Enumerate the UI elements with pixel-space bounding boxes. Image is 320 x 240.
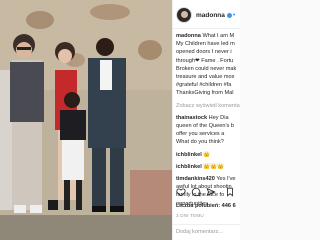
avatar[interactable]: [176, 7, 192, 23]
caption-line: My Children have led m: [176, 41, 235, 48]
post-side-panel: madonna • madonna What I am M My Childre…: [172, 0, 240, 240]
comment-username[interactable]: timdankins420: [176, 176, 215, 182]
caption-line: #grateful #children #fa: [176, 82, 232, 89]
caption: madonna What I am M: [176, 32, 240, 40]
heart-icon[interactable]: [176, 187, 186, 197]
post-header: madonna •: [176, 4, 240, 26]
comment-line: 👑: [203, 151, 211, 158]
comment-line: Hey Dia: [208, 114, 229, 121]
likes-count[interactable]: Liczba polubień: 446 6: [176, 203, 236, 209]
verified-badge-icon: [226, 12, 232, 18]
comment-line: 👑👑👑: [203, 163, 225, 170]
header-username[interactable]: madonna: [196, 12, 225, 19]
divider: [173, 28, 240, 29]
bookmark-icon[interactable]: [225, 187, 235, 197]
caption-line: opened doors I never i: [176, 49, 232, 56]
post-date: 3 DNI TEMU: [176, 213, 204, 218]
comment-item: ichblinkel 👑: [176, 151, 240, 159]
add-comment-input[interactable]: Dodaj komentarz...: [176, 229, 223, 235]
comment-username[interactable]: ichblinkel: [176, 152, 202, 158]
caption-username[interactable]: madonna: [176, 33, 201, 39]
comment-line: Yes I've: [216, 176, 236, 183]
caption-line: ThanksGiving from Mal: [176, 90, 234, 97]
follow-dot[interactable]: •: [233, 12, 235, 19]
comment-username[interactable]: thainastock: [176, 115, 207, 121]
comment-item: thainastock Hey Dia queen of the Queen's…: [176, 114, 240, 147]
comment-icon[interactable]: [191, 187, 201, 197]
comment-line: offer you services a: [176, 131, 225, 138]
caption-line: through❤ Fame . Fortu: [176, 57, 234, 64]
comment-item: ichblinkel 👑👑👑: [176, 163, 240, 171]
share-icon[interactable]: [206, 187, 216, 197]
caption-line: treasure and value mos: [176, 74, 235, 81]
comment-username[interactable]: ichblinkel: [176, 164, 202, 170]
add-comment-bar[interactable]: Dodaj komentarz...: [173, 224, 240, 240]
post-actions: [176, 185, 240, 199]
photo-scene: [0, 0, 172, 240]
caption-line: Broken could never mak: [176, 65, 237, 72]
caption-continued: My Children have led m opened doors I ne…: [176, 40, 240, 97]
translation-link[interactable]: Zobacz wyświetl komentarz: [176, 102, 240, 110]
caption-line: What I am M: [202, 33, 235, 39]
post-photo[interactable]: [0, 0, 172, 240]
comments-list: madonna What I am M My Children have led…: [176, 32, 240, 207]
comment-line: queen of the Queen's b: [176, 123, 234, 130]
comment-line: What do you think?: [176, 139, 224, 146]
